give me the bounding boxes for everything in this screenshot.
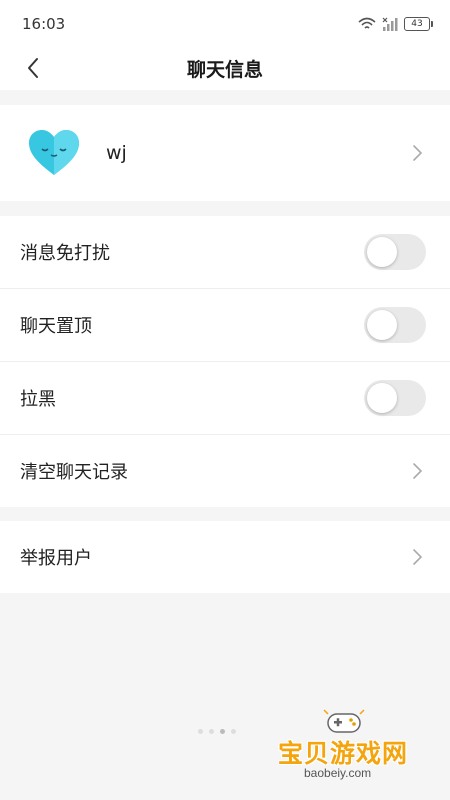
- setting-label: 消息免打扰: [20, 243, 110, 264]
- chevron-right-icon: [413, 145, 423, 161]
- status-bar: 16:03 43: [0, 0, 450, 46]
- watermark-title: 宝贝游戏网: [278, 739, 409, 768]
- toggle-knob: [367, 383, 397, 413]
- chevron-right-icon: [413, 549, 423, 565]
- setting-report[interactable]: 举报用户: [0, 521, 450, 593]
- page-title: 聊天信息: [186, 59, 263, 81]
- status-time: 16:03: [22, 15, 66, 33]
- profile-row[interactable]: wj: [0, 105, 450, 201]
- setting-pin-chat: 聊天置顶: [0, 289, 450, 362]
- avatar: [29, 130, 79, 175]
- gamepad-icon: [323, 709, 365, 733]
- profile-name: wj: [106, 142, 127, 164]
- setting-label: 拉黑: [20, 389, 56, 410]
- settings-group: 消息免打扰 聊天置顶 拉黑 清空聊天记录: [0, 216, 450, 507]
- setting-label: 聊天置顶: [20, 316, 92, 337]
- signal-icon: [382, 17, 398, 31]
- block-toggle[interactable]: [364, 380, 426, 416]
- setting-label: 举报用户: [20, 548, 92, 569]
- page-indicator: [198, 729, 236, 734]
- battery-icon: 43: [404, 17, 433, 31]
- wifi-icon: [358, 17, 376, 29]
- pin-chat-toggle[interactable]: [364, 307, 426, 343]
- page-dot: [209, 729, 214, 734]
- setting-do-not-disturb: 消息免打扰: [0, 216, 450, 289]
- setting-block: 拉黑: [0, 362, 450, 435]
- setting-label: 清空聊天记录: [20, 462, 128, 483]
- report-user-row[interactable]: 举报用户: [0, 521, 450, 593]
- status-icons: 43: [358, 14, 433, 34]
- watermark: 宝贝游戏网 baobeiy.com: [270, 700, 430, 790]
- toggle-knob: [367, 237, 397, 267]
- do-not-disturb-toggle[interactable]: [364, 234, 426, 270]
- watermark-url: baobeiy.com: [304, 766, 372, 780]
- chevron-right-icon: [413, 463, 423, 479]
- page-dot: [231, 729, 236, 734]
- page-dot: [220, 729, 225, 734]
- toggle-knob: [367, 310, 397, 340]
- nav-bar: 聊天信息: [0, 46, 450, 90]
- setting-clear-history[interactable]: 清空聊天记录: [0, 435, 450, 507]
- page-dot: [198, 729, 203, 734]
